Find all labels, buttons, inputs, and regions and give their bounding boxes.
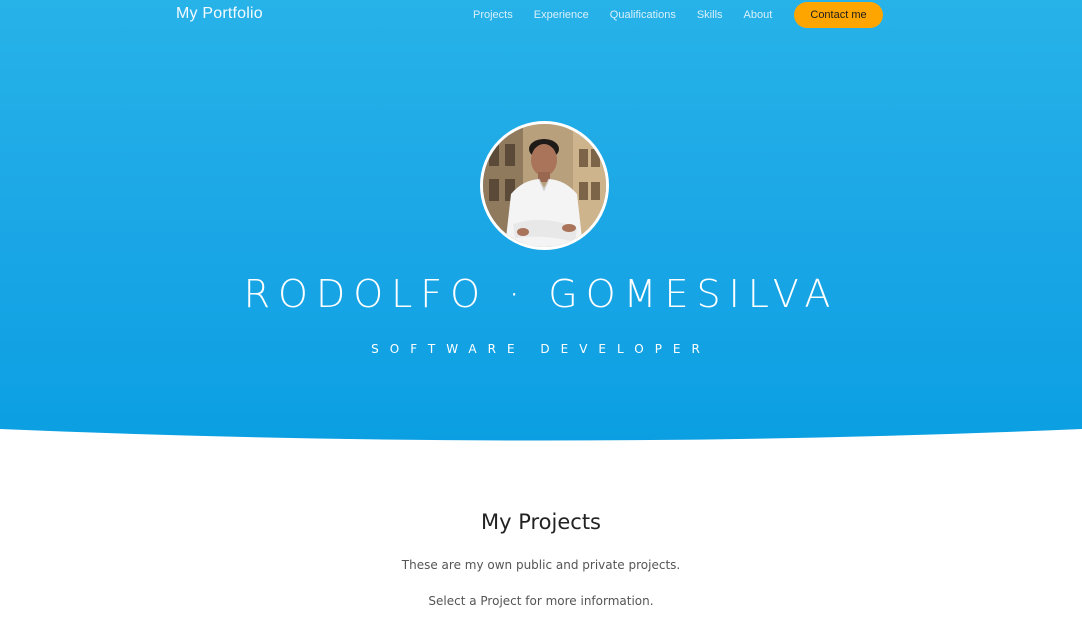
- projects-instruction: Select a Project for more information.: [428, 594, 654, 608]
- hero-name: RODOLFO · GOMESILVA: [243, 272, 839, 316]
- hero-section: My Portfolio Projects Experience Qualifi…: [0, 0, 1082, 446]
- profile-photo-icon: [483, 124, 606, 247]
- nav-links: Projects Experience Qualifications Skill…: [473, 9, 793, 21]
- projects-description: These are my own public and private proj…: [401, 558, 681, 572]
- nav-link-experience[interactable]: Experience: [534, 9, 589, 21]
- contact-me-button[interactable]: Contact me: [794, 2, 883, 28]
- nav-link-skills[interactable]: Skills: [697, 9, 723, 21]
- hero-wave-divider: [0, 429, 1082, 446]
- nav-link-projects[interactable]: Projects: [473, 9, 513, 21]
- navbar: My Portfolio Projects Experience Qualifi…: [0, 0, 1082, 32]
- nav-link-qualifications[interactable]: Qualifications: [610, 9, 676, 21]
- projects-section-title: My Projects: [480, 510, 601, 534]
- avatar: [480, 121, 609, 250]
- brand-logo[interactable]: My Portfolio: [176, 5, 263, 23]
- nav-link-about[interactable]: About: [744, 9, 773, 21]
- hero-role: SOFTWARE DEVELOPER: [371, 342, 711, 356]
